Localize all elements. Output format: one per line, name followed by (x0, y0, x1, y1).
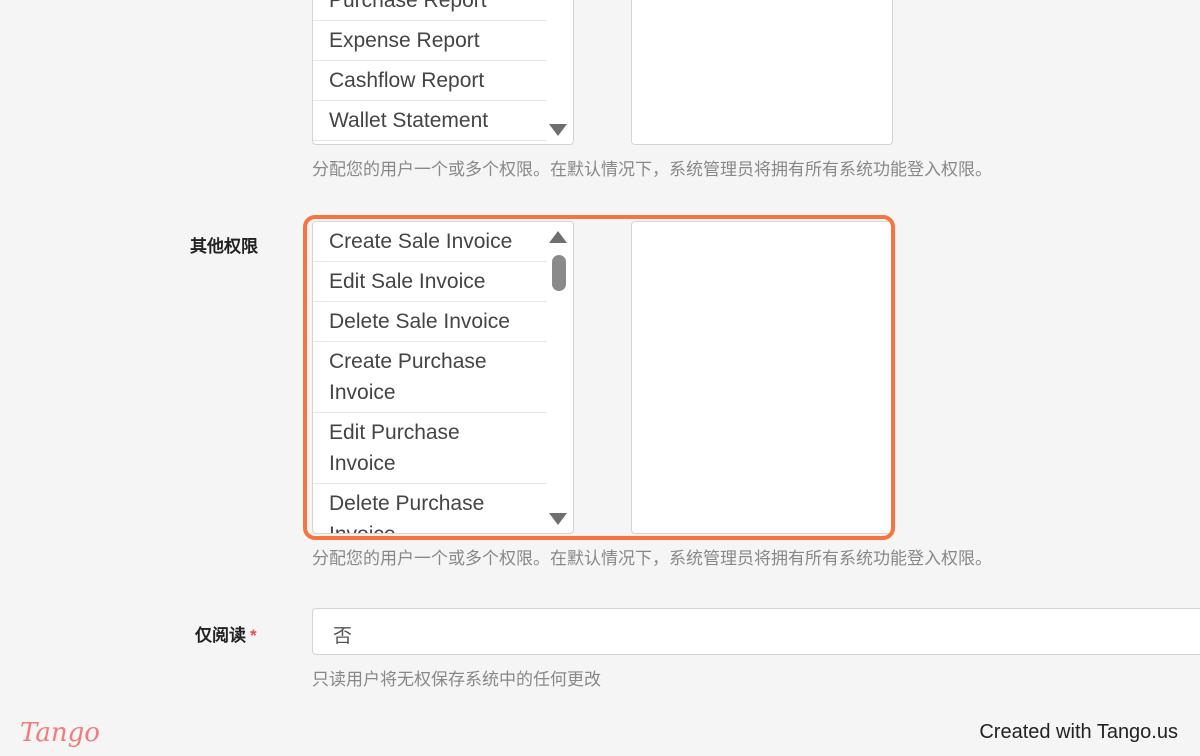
list-item[interactable]: Edit Purchase Invoice (313, 413, 547, 484)
list-item[interactable]: Purchase Report (313, 0, 547, 21)
list-item[interactable]: Create Sale Invoice (313, 222, 547, 262)
module-permissions-list[interactable]: Purchase Report Expense Report Cashflow … (312, 0, 574, 145)
footer: Tango Created with Tango.us (0, 708, 1200, 756)
list-item[interactable]: Expense Report (313, 21, 547, 61)
read-only-help: 只读用户将无权保存系统中的任何更改 (312, 670, 601, 689)
scroll-down-icon[interactable] (549, 124, 567, 136)
read-only-label-text: 仅阅读 (195, 626, 246, 645)
list-item[interactable]: Wallet Statement (313, 101, 547, 141)
other-permissions-list[interactable]: Create Sale Invoice Edit Sale Invoice De… (312, 221, 574, 534)
list-item[interactable]: Delete Sale Invoice (313, 302, 547, 342)
read-only-value: 否 (333, 626, 353, 647)
list-item[interactable]: Create Purchase Invoice (313, 342, 547, 413)
other-permissions-label: 其他权限 (190, 237, 258, 256)
read-only-select[interactable]: 否 (312, 608, 1200, 655)
scrollbar-thumb[interactable] (552, 255, 566, 291)
list-item[interactable]: Edit Sale Invoice (313, 262, 547, 302)
list-item[interactable]: Delete Purchase Invoice (313, 484, 547, 533)
scroll-up-icon[interactable] (549, 231, 567, 243)
tango-logo: Tango (20, 718, 100, 748)
footer-credit: Created with Tango.us (979, 721, 1178, 743)
module-permissions-selected-box[interactable] (631, 0, 893, 145)
other-permissions-help: 分配您的用户一个或多个权限。在默认情况下，系统管理员将拥有所有系统功能登入权限。 (312, 549, 992, 568)
other-permissions-selected-box[interactable] (631, 221, 893, 534)
required-mark: * (250, 626, 257, 645)
list-item[interactable]: Cashflow Report (313, 61, 547, 101)
scroll-down-icon[interactable] (549, 513, 567, 525)
read-only-label: 仅阅读 * (195, 621, 257, 646)
module-permissions-help: 分配您的用户一个或多个权限。在默认情况下，系统管理员将拥有所有系统功能登入权限。 (312, 160, 992, 179)
